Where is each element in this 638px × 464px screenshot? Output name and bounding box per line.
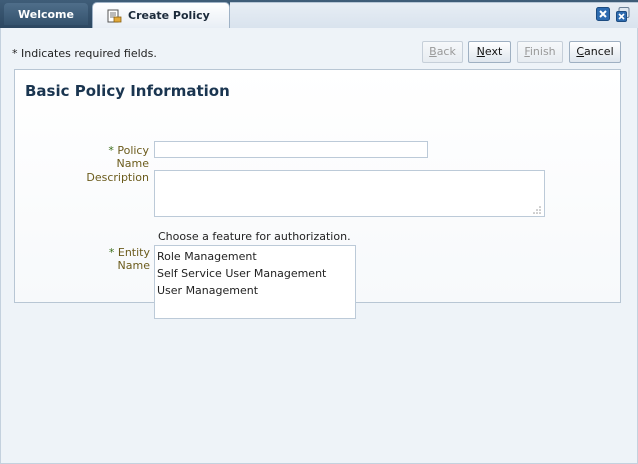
list-item[interactable]: User Management <box>155 282 355 299</box>
resize-grip-icon[interactable] <box>532 204 541 214</box>
content-area: * Indicates required fields. Back Next F… <box>0 28 638 464</box>
entity-name-required-marker: * <box>108 246 115 259</box>
finish-button[interactable]: Finish <box>517 41 563 63</box>
next-button-label: Next <box>476 45 503 58</box>
close-tab-icon[interactable] <box>596 7 610 21</box>
cancel-button[interactable]: Cancel <box>569 41 621 63</box>
entity-name-listbox[interactable]: Role Management Self Service User Manage… <box>154 245 356 319</box>
policy-document-icon <box>107 9 122 23</box>
entity-name-label-group: * Entity Name <box>75 246 150 272</box>
tab-create-policy-label: Create Policy <box>128 9 210 22</box>
tab-strip: Welcome Create Policy <box>0 0 638 28</box>
tab-welcome[interactable]: Welcome <box>4 3 88 25</box>
policy-name-label: Policy Name <box>116 144 149 170</box>
entity-hint: Choose a feature for authorization. <box>158 230 351 243</box>
cancel-button-label: Cancel <box>576 45 614 58</box>
policy-name-required-marker: * <box>108 144 114 157</box>
policy-name-label-group: * Policy Name <box>75 144 149 170</box>
policy-name-input[interactable] <box>154 141 428 158</box>
list-item[interactable]: Self Service User Management <box>155 265 355 282</box>
list-item[interactable]: Role Management <box>155 248 355 265</box>
required-fields-note: * Indicates required fields. <box>12 47 157 60</box>
finish-button-label: Finish <box>524 45 556 58</box>
description-textarea[interactable] <box>154 170 545 217</box>
basic-policy-panel: Basic Policy Information * Policy Name D… <box>14 69 621 319</box>
tab-create-policy[interactable]: Create Policy <box>92 2 230 28</box>
tab-strip-background <box>230 2 638 28</box>
tab-welcome-label: Welcome <box>18 7 74 21</box>
back-button-label: Back <box>429 45 456 58</box>
section-title: Basic Policy Information <box>25 82 230 100</box>
next-button[interactable]: Next <box>468 41 511 63</box>
description-label: Description <box>86 171 149 184</box>
entity-name-label: Entity Name <box>117 246 150 272</box>
close-all-tabs-icon[interactable] <box>616 7 630 22</box>
back-button[interactable]: Back <box>422 41 463 63</box>
